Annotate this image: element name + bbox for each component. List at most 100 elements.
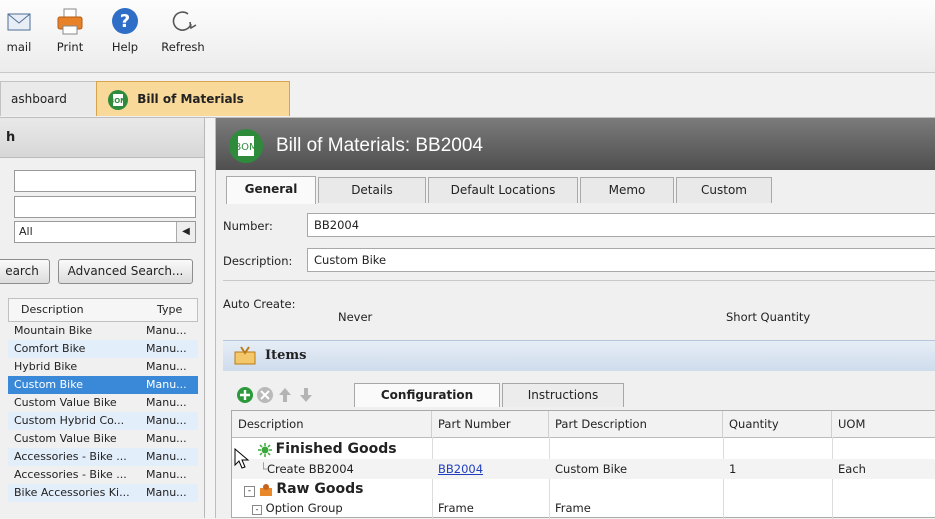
col-uom[interactable]: UOM — [832, 411, 935, 437]
quantity-cell[interactable]: 1 — [723, 459, 736, 479]
print-button[interactable]: Print — [45, 6, 95, 54]
refresh-icon — [172, 11, 197, 31]
svg-text:BOM: BOM — [234, 142, 257, 153]
tree-finished-goods[interactable]: Finished Goods — [234, 439, 432, 459]
items-grid: Description Part Number Part Description… — [231, 410, 935, 519]
delete-item-icon[interactable] — [256, 386, 274, 404]
raw-goods-icon — [259, 483, 272, 496]
tab-configuration[interactable]: Configuration — [354, 383, 500, 407]
advanced-search-button[interactable]: Advanced Search... — [58, 259, 193, 284]
tab-instructions[interactable]: Instructions — [502, 383, 624, 407]
page-tab-bar: ashboard BOM Bill of Materials — [0, 73, 935, 118]
number-field[interactable]: BB2004 — [307, 213, 935, 237]
tree-raw-goods[interactable]: - Raw Goods — [234, 479, 363, 499]
list-item-type: Manu... — [146, 450, 187, 463]
col-description[interactable]: Description — [232, 411, 432, 437]
items-icon — [234, 346, 256, 365]
search-panel: h All ◀ earch Advanced Search... Descrip… — [0, 118, 205, 518]
list-item-type: Manu... — [146, 414, 187, 427]
list-item[interactable]: Mountain Bike Manu... — [8, 322, 198, 340]
move-down-icon[interactable] — [298, 386, 314, 404]
tab-dashboard[interactable]: ashboard — [0, 81, 106, 116]
number-label: Number: — [223, 219, 273, 233]
bom-detail: BOM Bill of Materials: BB2004 General De… — [215, 118, 935, 519]
tab-details[interactable]: Details — [318, 177, 426, 203]
list-item[interactable]: Accessories - Bike ... Manu... — [8, 466, 198, 484]
col-quantity[interactable]: Quantity — [723, 411, 832, 437]
items-section-header: Items — [223, 340, 935, 371]
part-description-cell: Custom Bike — [555, 462, 628, 476]
add-item-icon[interactable] — [236, 386, 254, 404]
page-title: Bill of Materials: BB2004 — [276, 135, 483, 156]
tab-general[interactable]: General — [226, 176, 316, 204]
list-item[interactable]: Custom Bike Manu... — [8, 376, 198, 394]
refresh-button[interactable]: Refresh — [158, 6, 208, 54]
list-item[interactable]: Custom Value Bike Manu... — [8, 430, 198, 448]
results-header: Description Type — [8, 298, 198, 322]
items-title: Items — [265, 348, 307, 363]
list-item-type: Manu... — [146, 324, 187, 337]
select-arrow-icon: ◀ — [176, 222, 195, 242]
type-select[interactable]: All ◀ — [14, 221, 196, 243]
tab-custom[interactable]: Custom — [676, 177, 772, 203]
uom-cell[interactable]: Each — [832, 459, 866, 479]
list-item[interactable]: Hybrid Bike Manu... — [8, 358, 198, 376]
list-item-description: Bike Accessories Ki... — [14, 486, 130, 499]
results-list: Mountain Bike Manu... Comfort Bike Manu... H… — [8, 322, 198, 502]
list-item-description: Mountain Bike — [14, 324, 93, 337]
email-button[interactable]: mail — [0, 6, 44, 54]
mouse-cursor-icon — [234, 448, 250, 469]
list-item[interactable]: Bike Accessories Ki... Manu... — [8, 484, 198, 502]
list-item[interactable]: Custom Hybrid Co... Manu... — [8, 412, 198, 430]
list-item-type: Manu... — [146, 486, 187, 499]
toolbar: mail Print ? Help Refresh — [0, 0, 935, 73]
option-part-number: Frame — [438, 501, 474, 515]
finished-goods-icon — [258, 442, 272, 457]
search-panel-title: h — [0, 118, 204, 158]
divider — [223, 280, 935, 281]
option-group-description[interactable]: - Option Group — [246, 499, 343, 517]
search-field-2[interactable] — [14, 196, 196, 218]
col-part-number[interactable]: Part Number — [432, 411, 549, 437]
collapse-icon[interactable]: - — [244, 486, 255, 497]
column-type[interactable]: Type — [157, 299, 182, 321]
bom-icon: BOM — [229, 129, 263, 163]
list-item-type: Manu... — [146, 360, 187, 373]
list-item-description: Custom Value Bike — [14, 396, 117, 409]
move-up-icon[interactable] — [277, 386, 293, 404]
bom-icon: BOM — [108, 89, 128, 110]
list-item-type: Manu... — [146, 378, 187, 391]
column-description[interactable]: Description — [21, 299, 84, 321]
search-button[interactable]: earch — [0, 259, 50, 284]
option-part-description: Frame — [555, 501, 591, 515]
list-item-description: Accessories - Bike ... — [14, 450, 127, 463]
list-item-description: Custom Value Bike — [14, 432, 117, 445]
description-field[interactable]: Custom Bike — [307, 248, 935, 272]
create-description: └Create BB2004 — [260, 462, 354, 476]
list-item[interactable]: Accessories - Bike ... Manu... — [8, 448, 198, 466]
list-item[interactable]: Custom Value Bike Manu... — [8, 394, 198, 412]
printer-icon — [57, 8, 83, 35]
description-label: Description: — [223, 254, 293, 268]
list-item-description: Custom Bike — [14, 378, 83, 391]
tab-bill-of-materials[interactable]: BOM Bill of Materials — [96, 81, 290, 116]
col-part-description[interactable]: Part Description — [549, 411, 723, 437]
tree-connector: └ — [260, 462, 267, 476]
list-item-type: Manu... — [146, 342, 187, 355]
part-number-link[interactable]: BB2004 — [432, 459, 483, 479]
list-item-type: Manu... — [146, 432, 187, 445]
list-item[interactable]: Comfort Bike Manu... — [8, 340, 198, 358]
search-field-1[interactable] — [14, 170, 196, 192]
list-item-type: Manu... — [146, 396, 187, 409]
list-item-type: Manu... — [146, 468, 187, 481]
auto-create-value[interactable]: Never — [338, 310, 372, 324]
svg-text:?: ? — [120, 11, 130, 32]
tab-default-locations[interactable]: Default Locations — [428, 177, 578, 203]
list-item-description: Comfort Bike — [14, 342, 86, 355]
collapse-icon[interactable]: - — [252, 505, 262, 515]
help-button[interactable]: ? Help — [100, 6, 150, 54]
list-item-description: Custom Hybrid Co... — [14, 414, 125, 427]
email-icon — [7, 13, 31, 31]
grid-header: Description Part Number Part Description… — [232, 411, 935, 438]
tab-memo[interactable]: Memo — [580, 177, 674, 203]
